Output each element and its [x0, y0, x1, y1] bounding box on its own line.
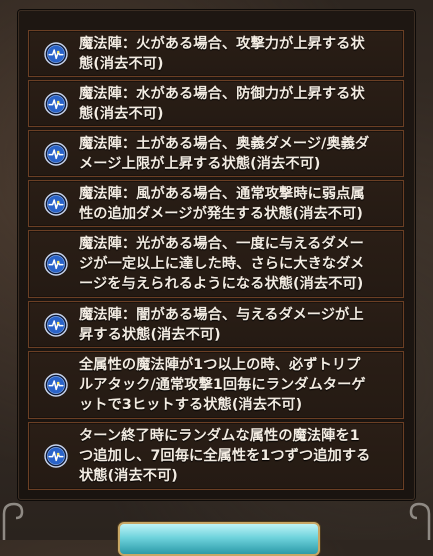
magic-circle-icon [44, 312, 68, 337]
status-effect-item[interactable]: 魔法陣：風がある場合、通常攻撃時に弱点属 性の追加ダメージが発生する状態(消去不… [28, 180, 404, 227]
magic-circle-icon [44, 41, 68, 66]
magic-circle-icon [44, 373, 68, 397]
close-button[interactable] [118, 522, 320, 556]
magic-circle-icon [44, 444, 68, 468]
status-effect-description: 魔法陣：水がある場合、防御力が上昇する状 態(消去不可) [79, 85, 365, 122]
magic-circle-icon [44, 191, 68, 216]
status-effect-description: 魔法陣：闇がある場合、与えるダメージが上 昇する状態(消去不可) [79, 306, 364, 343]
left-corner-ornament [2, 502, 24, 540]
status-effect-description: 魔法陣：光がある場合、一度に与えるダメー ジが一定以上に達した時、さらに大きなダ… [79, 236, 365, 292]
status-effect-item[interactable]: ターン終了時にランダムな属性の魔法陣を1 つ追加し、7回毎に全属性を1つずつ追加… [28, 422, 404, 490]
status-effect-item[interactable]: 魔法陣：水がある場合、防御力が上昇する状 態(消去不可) [28, 80, 404, 127]
status-effect-description: 全属性の魔法陣が1つ以上の時、必ずトリプ ルアタック/通常攻撃1回毎にランダムタ… [79, 357, 366, 413]
right-corner-ornament [409, 502, 431, 540]
status-effect-item[interactable]: 魔法陣：光がある場合、一度に与えるダメー ジが一定以上に達した時、さらに大きなダ… [28, 230, 404, 298]
status-effect-description: 魔法陣：風がある場合、通常攻撃時に弱点属 性の追加ダメージが発生する状態(消去不… [79, 185, 365, 222]
status-effect-item[interactable]: 魔法陣：闇がある場合、与えるダメージが上 昇する状態(消去不可) [28, 301, 404, 348]
status-effect-description: ターン終了時にランダムな属性の魔法陣を1 つ追加し、7回毎に全属性を1つずつ追加… [79, 428, 371, 484]
status-effect-description: 魔法陣：土がある場合、奥義ダメージ/奥義ダ メージ上限が上昇する状態(消去不可) [79, 135, 370, 172]
magic-circle-icon [44, 252, 68, 276]
status-effect-item[interactable]: 魔法陣：土がある場合、奥義ダメージ/奥義ダ メージ上限が上昇する状態(消去不可) [28, 130, 404, 177]
status-effect-item[interactable]: 全属性の魔法陣が1つ以上の時、必ずトリプ ルアタック/通常攻撃1回毎にランダムタ… [28, 351, 404, 419]
status-effect-item[interactable]: 魔法陣：火がある場合、攻撃力が上昇する状 態(消去不可) [28, 30, 404, 77]
magic-circle-icon [44, 141, 68, 166]
status-effect-description: 魔法陣：火がある場合、攻撃力が上昇する状 態(消去不可) [79, 35, 365, 72]
status-effect-list: 魔法陣：火がある場合、攻撃力が上昇する状 態(消去不可) 魔法陣：水がある場合、防… [28, 30, 404, 493]
magic-circle-icon [44, 91, 68, 116]
